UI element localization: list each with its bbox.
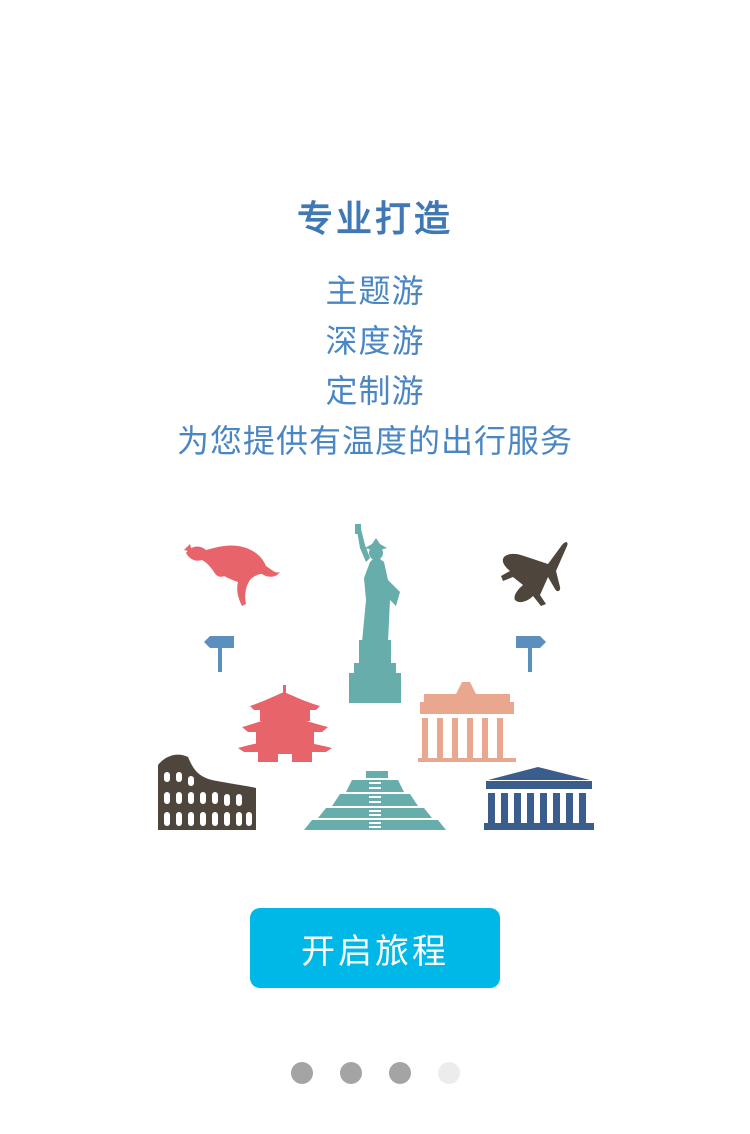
signpost-left-icon [204,636,234,672]
airplane-icon [501,542,568,606]
pyramid-icon [304,771,446,830]
pagoda-icon [238,685,332,762]
page-dot-3[interactable] [389,1062,411,1084]
signpost-right-icon [516,636,546,672]
brandenburg-gate-icon [418,682,516,762]
parthenon-icon [484,767,594,830]
page-dot-1[interactable] [291,1062,313,1084]
page-dot-2[interactable] [340,1062,362,1084]
page-dot-4-active[interactable] [438,1062,460,1084]
statue-of-liberty-icon [349,524,401,703]
colosseum-icon [158,754,256,830]
kangaroo-icon [184,544,280,606]
start-journey-button[interactable]: 开启旅程 [250,908,500,988]
page-indicator [0,1062,750,1084]
